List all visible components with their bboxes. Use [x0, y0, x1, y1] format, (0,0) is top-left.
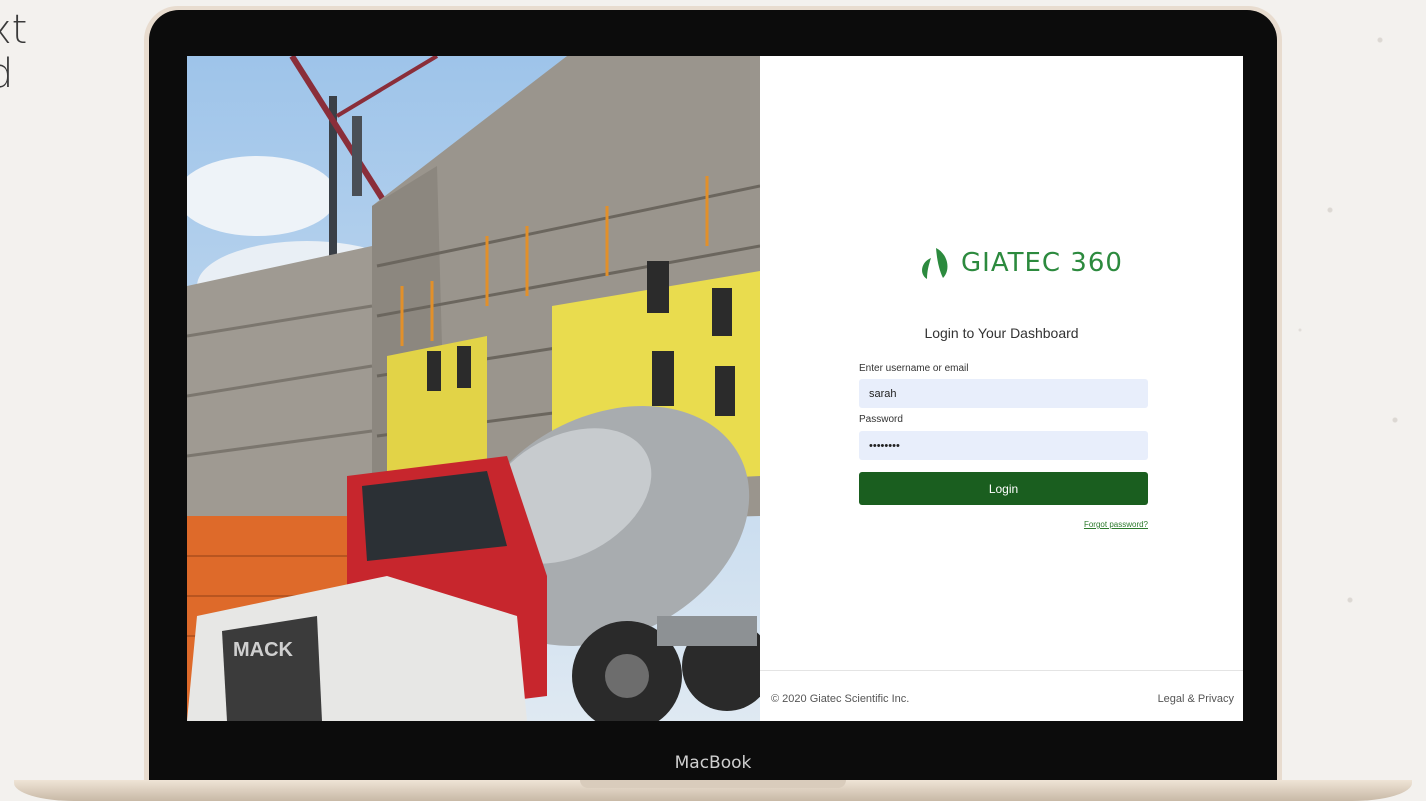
password-input[interactable] [859, 431, 1148, 460]
login-panel: GIATEC 360 Login to Your Dashboard Enter… [760, 56, 1243, 721]
giatec-leaf-icon [922, 248, 948, 279]
brand-logo: GIATEC 360 [917, 246, 1123, 280]
marketing-backdrop: xt d MacBook [0, 0, 1426, 801]
username-input[interactable] [859, 379, 1148, 408]
login-heading: Login to Your Dashboard [924, 325, 1079, 341]
brand-name: GIATEC 360 [961, 248, 1123, 278]
truck-brand-text: MACK [233, 639, 294, 661]
login-button[interactable]: Login [859, 472, 1148, 505]
footer-divider [760, 670, 1243, 671]
legal-privacy-link[interactable]: Legal & Privacy [1158, 693, 1234, 705]
cropped-heading-text: xt d [0, 7, 28, 97]
password-label: Password [859, 414, 903, 425]
forgot-password-link[interactable]: Forgot password? [1084, 520, 1148, 529]
laptop-notch [580, 780, 846, 788]
copyright-text: © 2020 Giatec Scientific Inc. [771, 693, 910, 705]
device-label: MacBook [674, 753, 752, 773]
laptop-screen: MACK GIATEC 360 Login to Your Dashboard … [187, 56, 1243, 721]
username-label: Enter username or email [859, 363, 969, 374]
construction-photo-illustration: MACK [187, 56, 760, 721]
construction-site-photo: MACK [187, 56, 760, 721]
